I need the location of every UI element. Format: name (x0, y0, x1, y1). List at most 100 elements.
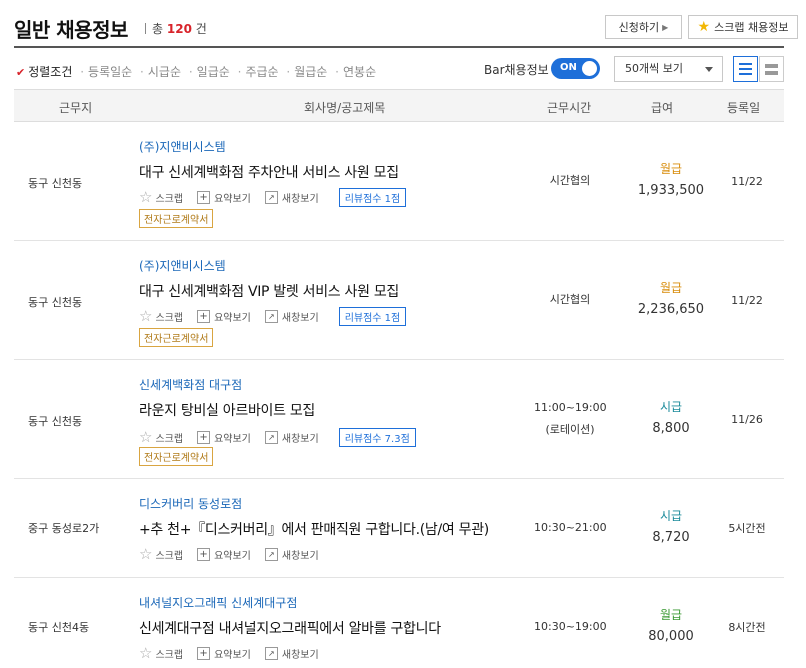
grid-view-icon[interactable] (759, 56, 784, 82)
col-wage: 급여 (651, 101, 674, 115)
wage-type: 월급 (659, 162, 683, 176)
job-title[interactable]: 대구 신세계백화점 VIP 발렛 서비스 사원 모집 (139, 281, 399, 301)
new-window-button[interactable]: ↗ 새창보기 (264, 547, 319, 562)
registered-date: 5시간전 (728, 522, 766, 535)
job-title[interactable]: 라운지 탕비실 아르바이트 모집 (139, 400, 315, 420)
new-window-icon: ↗ (264, 431, 278, 444)
job-location: 중구 동성로2가 (28, 522, 100, 535)
summary-button[interactable]: + 요약보기 (197, 646, 251, 661)
registered-date: 11/22 (731, 294, 763, 307)
plus-icon: + (197, 548, 211, 561)
summary-button[interactable]: + 요약보기 (197, 430, 251, 445)
summary-button[interactable]: + 요약보기 (197, 547, 251, 562)
apply-button[interactable]: 신청하기 ▶ (605, 15, 682, 39)
company-name[interactable]: 신세계백화점 대구점 (139, 376, 242, 393)
summary-button[interactable]: + 요약보기 (197, 190, 251, 205)
new-window-icon: ↗ (264, 310, 278, 323)
list-view-icon[interactable] (733, 56, 758, 82)
company-name[interactable]: (주)지앤비시스템 (139, 138, 226, 155)
sort-by-weekly[interactable]: 주급순 (245, 65, 278, 79)
divider (145, 23, 146, 34)
star-outline-icon: ☆ (139, 644, 153, 662)
work-hours: 시간협의 (549, 174, 591, 187)
new-window-button[interactable]: ↗ 새창보기 (264, 309, 319, 324)
wage-amount: 2,236,650 (637, 302, 705, 317)
work-hours: 시간협의 (549, 293, 591, 306)
sort-by-annual[interactable]: 연봉순 (343, 65, 376, 79)
scrap-button[interactable]: ☆ 스크랩 (139, 307, 183, 325)
sort-by-hourly[interactable]: 시급순 (148, 65, 181, 79)
sort-bar: ✔ 정렬조건 · 등록일순 · 시급순 · 일급순 · 주급순 · 월급순 · 연봉순 Bar… (14, 54, 784, 88)
company-name[interactable]: 내셔널지오그래픽 신세계대구점 (139, 594, 297, 611)
job-location: 동구 신천4동 (28, 621, 90, 634)
sort-label: 정렬조건 (28, 65, 73, 79)
wage-amount: 8,720 (652, 530, 690, 545)
wage-type: 시급 (659, 509, 683, 523)
plus-icon: + (197, 191, 211, 204)
job-actions: ☆ 스크랩 + 요약보기 ↗ 새창보기 리뷰점수 1점 (139, 188, 407, 207)
scrap-button[interactable]: ☆ 스크랩 (139, 188, 183, 206)
col-registered: 등록일 (727, 101, 761, 115)
job-title[interactable]: 대구 신세계백화점 주차안내 서비스 사원 모집 (139, 162, 399, 182)
job-location: 동구 신천동 (28, 296, 83, 309)
chevron-down-icon (705, 67, 713, 72)
job-actions: ☆ 스크랩 + 요약보기 ↗ 새창보기 (139, 644, 333, 662)
wage-amount: 80,000 (648, 629, 694, 644)
new-window-icon: ↗ (264, 548, 278, 561)
table-row[interactable]: 동구 신천동 (주)지앤비시스템 대구 신세계백화점 주차안내 서비스 사원 모… (14, 122, 784, 241)
col-company: 회사명/공고제목 (304, 101, 386, 115)
star-icon: ★ (697, 19, 711, 35)
table-row[interactable]: 동구 신천동 신세계백화점 대구점 라운지 탕비실 아르바이트 모집 ☆ 스크랩 … (14, 360, 784, 479)
work-hours: 11:00~19:00 (534, 401, 607, 414)
registered-date: 8시간전 (728, 621, 766, 634)
plus-icon: + (197, 310, 211, 323)
new-window-button[interactable]: ↗ 새창보기 (264, 430, 319, 445)
plus-icon: + (197, 647, 211, 660)
new-window-button[interactable]: ↗ 새창보기 (264, 190, 319, 205)
wage-amount: 8,800 (652, 421, 690, 436)
table-header: 근무지 회사명/공고제목 근무시간 급여 등록일 (14, 89, 784, 122)
scrap-button[interactable]: ☆ 스크랩 (139, 644, 183, 662)
job-location: 동구 신천동 (28, 415, 83, 428)
scrap-button[interactable]: ☆ 스크랩 (139, 545, 183, 563)
job-actions: ☆ 스크랩 + 요약보기 ↗ 새창보기 리뷰점수 7.3점 (139, 428, 416, 447)
job-title[interactable]: 신세계대구점 내셔널지오그래픽에서 알바를 구합니다 (139, 618, 441, 638)
review-score-badge[interactable]: 리뷰점수 1점 (338, 188, 407, 207)
work-hours-note: (로테이션) (545, 423, 595, 436)
wage-type: 월급 (659, 281, 683, 295)
registered-date: 11/22 (731, 175, 763, 188)
table-row[interactable]: 동구 신천4동 내셔널지오그래픽 신세계대구점 신세계대구점 내셔널지오그래픽에… (14, 578, 784, 668)
company-name[interactable]: (주)지앤비시스템 (139, 257, 226, 274)
scrap-jobs-button[interactable]: ★ 스크랩 채용정보 (688, 15, 798, 39)
total-count: 총 120 건 (145, 20, 207, 37)
review-score-badge[interactable]: 리뷰점수 7.3점 (338, 428, 416, 447)
job-actions: ☆ 스크랩 + 요약보기 ↗ 새창보기 (139, 545, 333, 563)
wage-type: 시급 (659, 400, 683, 414)
count-number: 120 (166, 22, 192, 36)
wage-type: 월급 (659, 608, 683, 622)
registered-date: 11/26 (731, 413, 763, 426)
review-score-badge[interactable]: 리뷰점수 1점 (338, 307, 407, 326)
bar-jobs-toggle[interactable]: ON (551, 58, 600, 79)
check-icon: ✔ (16, 66, 26, 79)
new-window-icon: ↗ (264, 647, 278, 660)
sort-by-monthly[interactable]: 월급순 (294, 65, 327, 79)
star-outline-icon: ☆ (139, 545, 153, 563)
plus-icon: + (197, 431, 211, 444)
table-row[interactable]: 중구 동성로2가 디스커버리 동성로점 +추 천+『디스커버리』에서 판매직원 … (14, 479, 784, 578)
summary-button[interactable]: + 요약보기 (197, 309, 251, 324)
star-outline-icon: ☆ (139, 188, 153, 206)
sort-by-daily[interactable]: 일급순 (197, 65, 230, 79)
new-window-button[interactable]: ↗ 새창보기 (264, 646, 319, 661)
scrap-button[interactable]: ☆ 스크랩 (139, 430, 183, 446)
star-outline-icon: ☆ (139, 307, 153, 325)
job-title[interactable]: +추 천+『디스커버리』에서 판매직원 구합니다.(남/여 무관) (139, 519, 489, 539)
col-location: 근무지 (59, 101, 93, 115)
per-page-select[interactable]: 50개씩 보기 (614, 56, 723, 82)
table-row[interactable]: 동구 신천동 (주)지앤비시스템 대구 신세계백화점 VIP 발렛 서비스 사원… (14, 241, 784, 360)
col-hours: 근무시간 (547, 101, 592, 115)
company-name[interactable]: 디스커버리 동성로점 (139, 495, 242, 512)
e-contract-badge: 전자근로계약서 (139, 209, 214, 228)
sort-by-date[interactable]: 등록일순 (88, 65, 132, 79)
chevron-right-icon: ▶ (662, 22, 669, 32)
